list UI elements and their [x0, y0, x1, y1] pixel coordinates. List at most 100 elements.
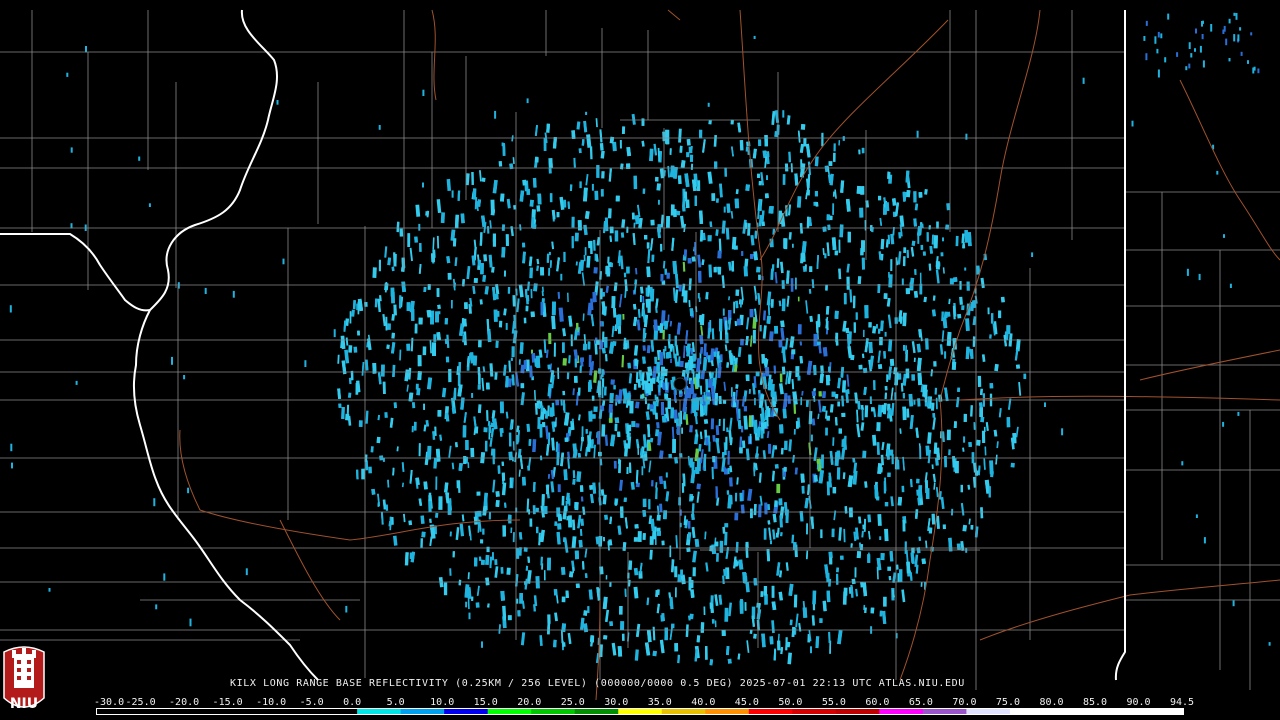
echo-pixel: [526, 188, 531, 195]
echo-pixel: [701, 313, 705, 326]
echo-pixel: [868, 341, 873, 354]
echo-pixel: [204, 287, 207, 294]
echo-pixel: [483, 427, 488, 433]
echo-pixel: [376, 436, 381, 444]
echo-pixel: [818, 391, 822, 397]
echo-pixel: [668, 334, 671, 342]
echo-pixel: [458, 579, 462, 586]
echo-pixel: [503, 270, 506, 277]
echo-pixel: [529, 199, 534, 207]
echo-pixel: [604, 337, 608, 348]
echo-pixel: [601, 378, 605, 388]
echo-pixel: [919, 272, 922, 284]
echo-pixel: [774, 464, 779, 469]
echo-pixel: [422, 89, 425, 96]
echo-pixel: [853, 322, 856, 333]
echo-pixel: [341, 407, 345, 420]
echo-pixel: [793, 594, 798, 608]
echo-pixel: [743, 266, 749, 277]
echo-pixel: [642, 509, 647, 517]
echo-pixel: [582, 343, 588, 351]
echo-pixel: [1225, 38, 1228, 46]
echo-pixel: [722, 526, 726, 534]
echo-pixel: [733, 245, 738, 250]
echo-pixel: [1268, 642, 1271, 646]
echo-pixel: [378, 259, 381, 272]
echo-pixel: [714, 541, 719, 547]
echo-pixel: [715, 486, 718, 499]
echo-pixel: [891, 454, 894, 465]
echo-pixel: [825, 374, 830, 386]
echo-pixel: [902, 256, 906, 267]
echo-pixel: [980, 507, 984, 519]
echo-pixel: [764, 594, 768, 605]
echo-pixel: [840, 555, 844, 560]
echo-pixel: [966, 303, 971, 316]
echo-pixel: [548, 332, 552, 345]
echo-pixel: [690, 145, 693, 151]
echo-pixel: [694, 195, 697, 207]
echo-pixel: [493, 309, 498, 322]
echo-pixel: [802, 607, 808, 618]
echo-pixel: [393, 304, 397, 316]
echo-pixel: [878, 195, 882, 201]
echo-pixel: [529, 267, 533, 279]
echo-pixel: [348, 345, 353, 353]
echo-pixel: [455, 442, 458, 448]
echo-pixel: [518, 359, 521, 365]
echo-pixel: [905, 368, 910, 379]
echo-pixel: [727, 467, 730, 475]
echo-pixel: [614, 230, 619, 242]
echo-pixel: [776, 483, 781, 494]
echo-pixel: [385, 316, 388, 331]
echo-pixel: [382, 381, 386, 394]
echo-pixel: [480, 539, 484, 544]
echo-pixel: [933, 361, 937, 367]
echo-pixel: [905, 345, 907, 355]
echo-pixel: [689, 308, 694, 317]
echo-pixel: [669, 148, 672, 155]
echo-pixel: [739, 492, 743, 502]
echo-pixel: [386, 344, 390, 350]
echo-pixel: [902, 519, 906, 532]
echo-pixel: [471, 596, 474, 601]
echo-pixel: [642, 188, 646, 194]
echo-pixel: [1186, 268, 1189, 276]
echo-pixel: [603, 514, 609, 520]
echo-pixel: [822, 391, 826, 398]
echo-pixel: [553, 639, 557, 648]
scale-swatch: [226, 708, 271, 715]
echo-pixel: [713, 266, 717, 273]
echo-pixel: [797, 375, 801, 381]
echo-pixel: [721, 451, 725, 459]
echo-pixel: [1222, 29, 1225, 34]
echo-pixel: [718, 418, 721, 427]
echo-pixel: [708, 264, 713, 278]
echo-pixel: [736, 318, 741, 326]
echo-pixel: [505, 323, 508, 330]
echo-pixel: [745, 374, 750, 381]
echo-pixel: [418, 317, 423, 325]
echo-pixel: [930, 402, 935, 411]
echo-pixel: [587, 606, 590, 613]
scale-label: 15.0: [473, 697, 498, 708]
echo-pixel: [854, 567, 857, 578]
echo-pixel: [543, 506, 548, 514]
echo-pixel: [499, 401, 505, 414]
echo-pixel: [605, 265, 611, 277]
scale-label: 80.0: [1039, 697, 1064, 708]
echo-pixel: [1235, 13, 1238, 20]
echo-pixel: [482, 528, 485, 535]
echo-pixel: [856, 551, 862, 559]
echo-pixel: [654, 394, 657, 401]
echo-pixel: [778, 339, 783, 348]
echo-pixel: [352, 300, 356, 310]
echo-pixel: [977, 375, 982, 387]
echo-pixel: [585, 429, 588, 434]
echo-pixel: [761, 221, 766, 227]
echo-pixel: [735, 289, 740, 296]
echo-pixel: [712, 377, 717, 386]
echo-pixel: [432, 342, 436, 356]
echo-pixel: [826, 214, 831, 221]
echo-pixel: [536, 526, 539, 534]
